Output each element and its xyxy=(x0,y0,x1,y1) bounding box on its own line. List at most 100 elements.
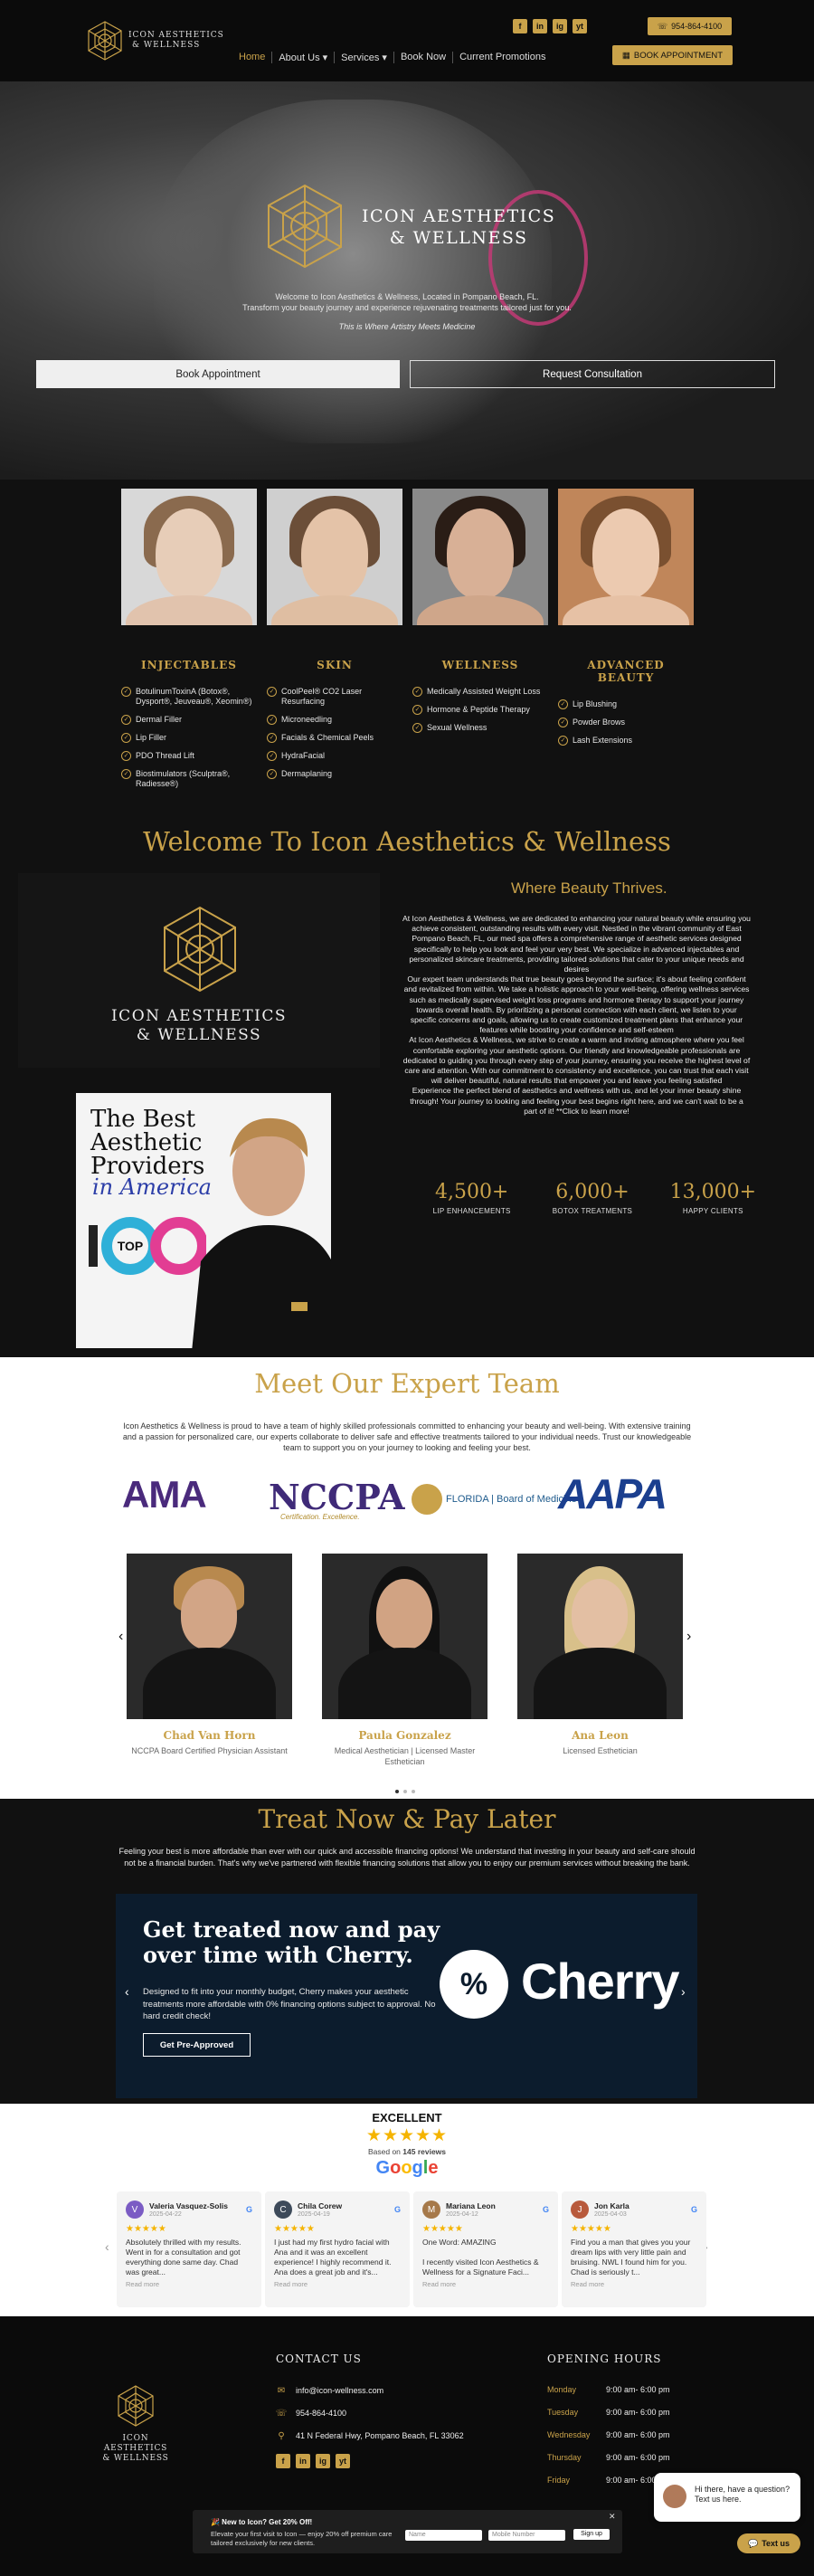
list-item[interactable]: ✓ Lip Filler xyxy=(121,733,257,743)
read-more-link[interactable]: Read more xyxy=(126,2280,252,2288)
cherry-next-arrow[interactable]: › xyxy=(681,1984,686,1999)
reviewer-name: Mariana Leon xyxy=(446,2201,496,2210)
calendar-icon: ▦ xyxy=(621,50,630,61)
footer-brand-line1: ICON AESTHETICS xyxy=(103,2434,168,2453)
team-member-card[interactable]: Ana Leon Licensed Esthetician xyxy=(517,1554,683,1756)
list-item[interactable]: ✓ Medically Assisted Weight Loss xyxy=(412,687,548,697)
header-phone-button[interactable]: ☏ 954-864-4100 xyxy=(648,17,732,35)
youtube-icon[interactable]: yt xyxy=(336,2454,350,2468)
based-on-label: Based on xyxy=(367,2147,401,2156)
service-title[interactable]: WELLNESS xyxy=(412,659,548,671)
header-book-appointment-button[interactable]: ▦ BOOK APPOINTMENT xyxy=(612,45,733,65)
new-client-offer-popup: 🎉 New to Icon? Get 20% Off! Elevate your… xyxy=(193,2510,622,2553)
list-item[interactable]: ✓ Hormone & Peptide Therapy xyxy=(412,705,548,715)
list-item[interactable]: ✓ Lash Extensions xyxy=(558,736,694,746)
location-pin-icon: ⚲ xyxy=(278,2430,285,2441)
avatar: M xyxy=(422,2201,440,2219)
review-card[interactable]: J Jon Karla 2025-04-03 G ★★★★★ Find you a… xyxy=(562,2191,706,2307)
list-item[interactable]: ✓ HydraFacial xyxy=(267,751,402,761)
linkedin-icon[interactable]: in xyxy=(533,19,547,33)
list-item[interactable]: ✓ CoolPeel® CO2 Laser Resurfacing xyxy=(267,687,402,707)
hours-day: Friday xyxy=(547,2476,571,2485)
popup-sign-up-button[interactable]: Sign up xyxy=(573,2529,610,2540)
check-circle-icon: ✓ xyxy=(558,718,568,727)
footer-email[interactable]: ✉ info@icon-wellness.com xyxy=(276,2385,383,2396)
nav-book-now[interactable]: Book Now xyxy=(393,52,452,63)
hero-book-appointment-button[interactable]: Book Appointment xyxy=(36,360,400,388)
review-date: 2025-04-22 xyxy=(149,2211,182,2218)
list-item[interactable]: ✓ Lip Blushing xyxy=(558,699,694,709)
hero-request-consultation-button[interactable]: Request Consultation xyxy=(410,360,775,388)
check-circle-icon: ✓ xyxy=(267,751,277,761)
close-icon[interactable]: ✕ xyxy=(609,2512,616,2522)
service-list: ✓ CoolPeel® CO2 Laser Resurfacing ✓ Micron… xyxy=(267,687,402,779)
about-paragraph: At Icon Aesthetics & Wellness, we strive… xyxy=(402,1035,751,1086)
facebook-icon[interactable]: f xyxy=(276,2454,290,2468)
read-more-link[interactable]: Read more xyxy=(571,2280,697,2288)
list-item[interactable]: ✓ Facials & Chemical Peels xyxy=(267,733,402,743)
read-more-link[interactable]: Read more xyxy=(274,2280,401,2288)
list-item[interactable]: ✓ Biostimulators (Sculptra®, Radiesse®) xyxy=(121,769,257,789)
linkedin-icon[interactable]: in xyxy=(296,2454,310,2468)
reviews-prev-arrow[interactable]: ‹ xyxy=(105,2239,109,2254)
about-learn-more-link[interactable]: Experience the perfect blend of aestheti… xyxy=(402,1086,751,1117)
team-member-card[interactable]: Chad Van Horn NCCPA Board Certified Phys… xyxy=(127,1554,292,1756)
review-card[interactable]: C Chila Corew 2025-04-19 G ★★★★★ I just h… xyxy=(265,2191,410,2307)
footer-address[interactable]: ⚲ 41 N Federal Hwy, Pompano Beach, FL 330… xyxy=(276,2430,463,2441)
facebook-icon[interactable]: f xyxy=(513,19,527,33)
read-more-link[interactable]: Read more xyxy=(422,2280,549,2288)
hours-day: Wednesday xyxy=(547,2430,591,2439)
review-date: 2025-04-19 xyxy=(298,2211,330,2218)
review-card[interactable]: M Mariana Leon 2025-04-12 G ★★★★★ One Wor… xyxy=(413,2191,558,2307)
pagination-dot[interactable] xyxy=(403,1790,407,1793)
phone-icon: ☏ xyxy=(275,2408,288,2419)
nav-home[interactable]: Home xyxy=(232,52,271,63)
hero-section: ICON AESTHETICS & WELLNESS Welcome to Ic… xyxy=(0,81,814,480)
pagination-dot[interactable] xyxy=(412,1790,415,1793)
footer-phone[interactable]: ☏ 954-864-4100 xyxy=(276,2408,346,2419)
service-image[interactable] xyxy=(558,489,694,625)
list-item[interactable]: ✓ Powder Brows xyxy=(558,718,694,727)
team-prev-arrow[interactable]: ‹ xyxy=(118,1629,123,1645)
review-card[interactable]: V Valeria Vasquez-Solis 2025-04-22 G ★★★★… xyxy=(117,2191,261,2307)
text-us-button[interactable]: 💬 Text us xyxy=(737,2533,800,2553)
list-item[interactable]: ✓ Microneedling xyxy=(267,715,402,725)
youtube-icon[interactable]: yt xyxy=(573,19,587,33)
list-item[interactable]: ✓ BotulinumToxinA (Botox®, Dysport®, Jeuv… xyxy=(121,687,257,707)
service-image[interactable] xyxy=(412,489,548,625)
pagination-dot[interactable] xyxy=(395,1790,399,1793)
nav-services[interactable]: Services ▾ xyxy=(334,52,393,63)
geometric-logo-icon[interactable] xyxy=(116,2384,156,2428)
review-count-link[interactable]: 145 reviews xyxy=(402,2147,446,2156)
nccpa-tagline: Certification. Excellence. xyxy=(280,1513,360,1521)
email-text: info@icon-wellness.com xyxy=(296,2386,384,2395)
instagram-icon[interactable]: ig xyxy=(553,19,567,33)
get-pre-approved-button[interactable]: Get Pre-Approved xyxy=(143,2033,251,2057)
name-field[interactable]: Name xyxy=(405,2530,482,2541)
list-item[interactable]: ✓ Sexual Wellness xyxy=(412,723,548,733)
geometric-logo-icon xyxy=(268,184,342,269)
cherry-logo-icon: % xyxy=(440,1950,508,2019)
instagram-icon[interactable]: ig xyxy=(316,2454,330,2468)
service-title[interactable]: SKIN xyxy=(267,659,402,671)
list-item[interactable]: ✓ Dermaplaning xyxy=(267,769,402,779)
service-image[interactable] xyxy=(267,489,402,625)
chat-widget-bubble[interactable]: Hi there, have a question? Text us here. xyxy=(654,2473,800,2522)
service-title[interactable]: ADVANCED BEAUTY xyxy=(558,659,694,684)
cherry-banner: Get treated now and pay over time with C… xyxy=(116,1894,697,2098)
team-section: Meet Our Expert Team Icon Aesthetics & W… xyxy=(0,1357,814,1799)
geometric-logo-icon[interactable] xyxy=(86,20,124,62)
list-item[interactable]: ✓ Dermal Filler xyxy=(121,715,257,725)
header-brand-name[interactable]: ICON AESTHETICS & WELLNESS xyxy=(128,31,224,51)
list-item[interactable]: ✓ PDO Thread Lift xyxy=(121,751,257,761)
team-member-card[interactable]: Paula Gonzalez Medical Aesthetician | Li… xyxy=(322,1554,487,1767)
service-title[interactable]: INJECTABLES xyxy=(121,659,257,671)
reviewer-name: Valeria Vasquez-Solis xyxy=(149,2201,228,2210)
team-next-arrow[interactable]: › xyxy=(686,1629,691,1645)
nav-about-us[interactable]: About Us ▾ xyxy=(271,52,334,63)
mobile-number-field[interactable]: Mobile Number xyxy=(488,2530,565,2541)
nav-current-promotions[interactable]: Current Promotions xyxy=(452,52,552,63)
cherry-prev-arrow[interactable]: ‹ xyxy=(125,1984,129,1999)
service-image[interactable] xyxy=(121,489,257,625)
avatar: V xyxy=(126,2201,144,2219)
